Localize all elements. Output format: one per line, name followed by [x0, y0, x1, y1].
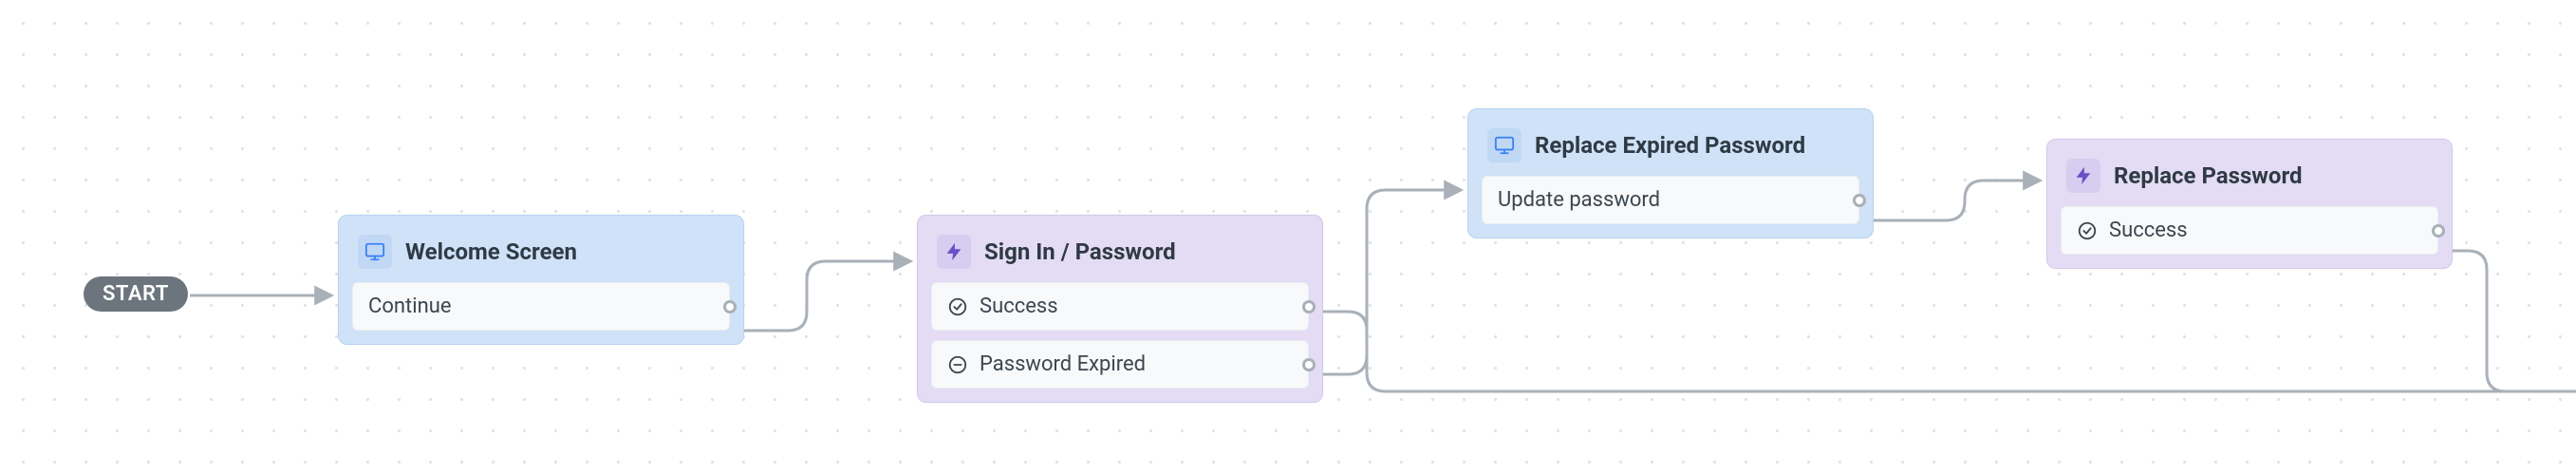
- row-success[interactable]: Success: [2061, 206, 2438, 255]
- row-success[interactable]: Success: [931, 282, 1309, 331]
- monitor-icon: [358, 235, 392, 269]
- node-welcome-screen[interactable]: Welcome Screen Continue: [338, 215, 744, 345]
- edge-replace-expired-to-replace-password: [1859, 180, 2039, 220]
- row-password-expired[interactable]: Password Expired: [931, 340, 1309, 389]
- node-replace-password[interactable]: Replace Password Success: [2046, 139, 2453, 269]
- row-label: Success: [980, 294, 1058, 318]
- check-circle-icon: [2077, 220, 2098, 241]
- lightning-icon: [2066, 159, 2100, 193]
- check-circle-icon: [947, 296, 968, 317]
- node-title: Replace Expired Password: [1535, 132, 1805, 159]
- row-update-password[interactable]: Update password: [1482, 176, 1859, 224]
- node-header: Sign In / Password: [931, 229, 1309, 282]
- row-label: Continue: [368, 294, 452, 318]
- flow-canvas[interactable]: START Welcome Screen Continue Sign In / …: [0, 0, 2576, 475]
- row-label: Success: [2109, 218, 2188, 242]
- row-label: Update password: [1498, 188, 1660, 212]
- node-header: Welcome Screen: [352, 229, 730, 282]
- node-header: Replace Password: [2061, 153, 2438, 206]
- node-sign-in-password[interactable]: Sign In / Password Success Password Expi…: [917, 215, 1323, 403]
- output-port[interactable]: [1853, 194, 1866, 207]
- start-label: START: [103, 282, 169, 306]
- edge-signin-success-to-end-part: [1308, 312, 2576, 391]
- minus-circle-icon: [947, 354, 968, 375]
- output-port[interactable]: [1302, 358, 1316, 371]
- node-title: Replace Password: [2114, 162, 2303, 189]
- row-continue[interactable]: Continue: [352, 282, 730, 331]
- start-node[interactable]: START: [84, 276, 188, 312]
- monitor-icon: [1487, 128, 1521, 162]
- node-replace-expired-password[interactable]: Replace Expired Password Update password: [1467, 108, 1874, 238]
- edge-replace-password-to-end: [2438, 251, 2576, 391]
- output-port[interactable]: [723, 300, 737, 314]
- edge-welcome-to-signin: [730, 261, 909, 331]
- output-port[interactable]: [1302, 300, 1316, 314]
- node-title: Sign In / Password: [984, 238, 1176, 265]
- node-title: Welcome Screen: [405, 238, 577, 265]
- output-port[interactable]: [2432, 224, 2445, 238]
- edge-signin-expired-to-replace-expired: [1308, 190, 1460, 374]
- lightning-icon: [937, 235, 971, 269]
- row-label: Password Expired: [980, 352, 1146, 376]
- node-header: Replace Expired Password: [1482, 123, 1859, 176]
